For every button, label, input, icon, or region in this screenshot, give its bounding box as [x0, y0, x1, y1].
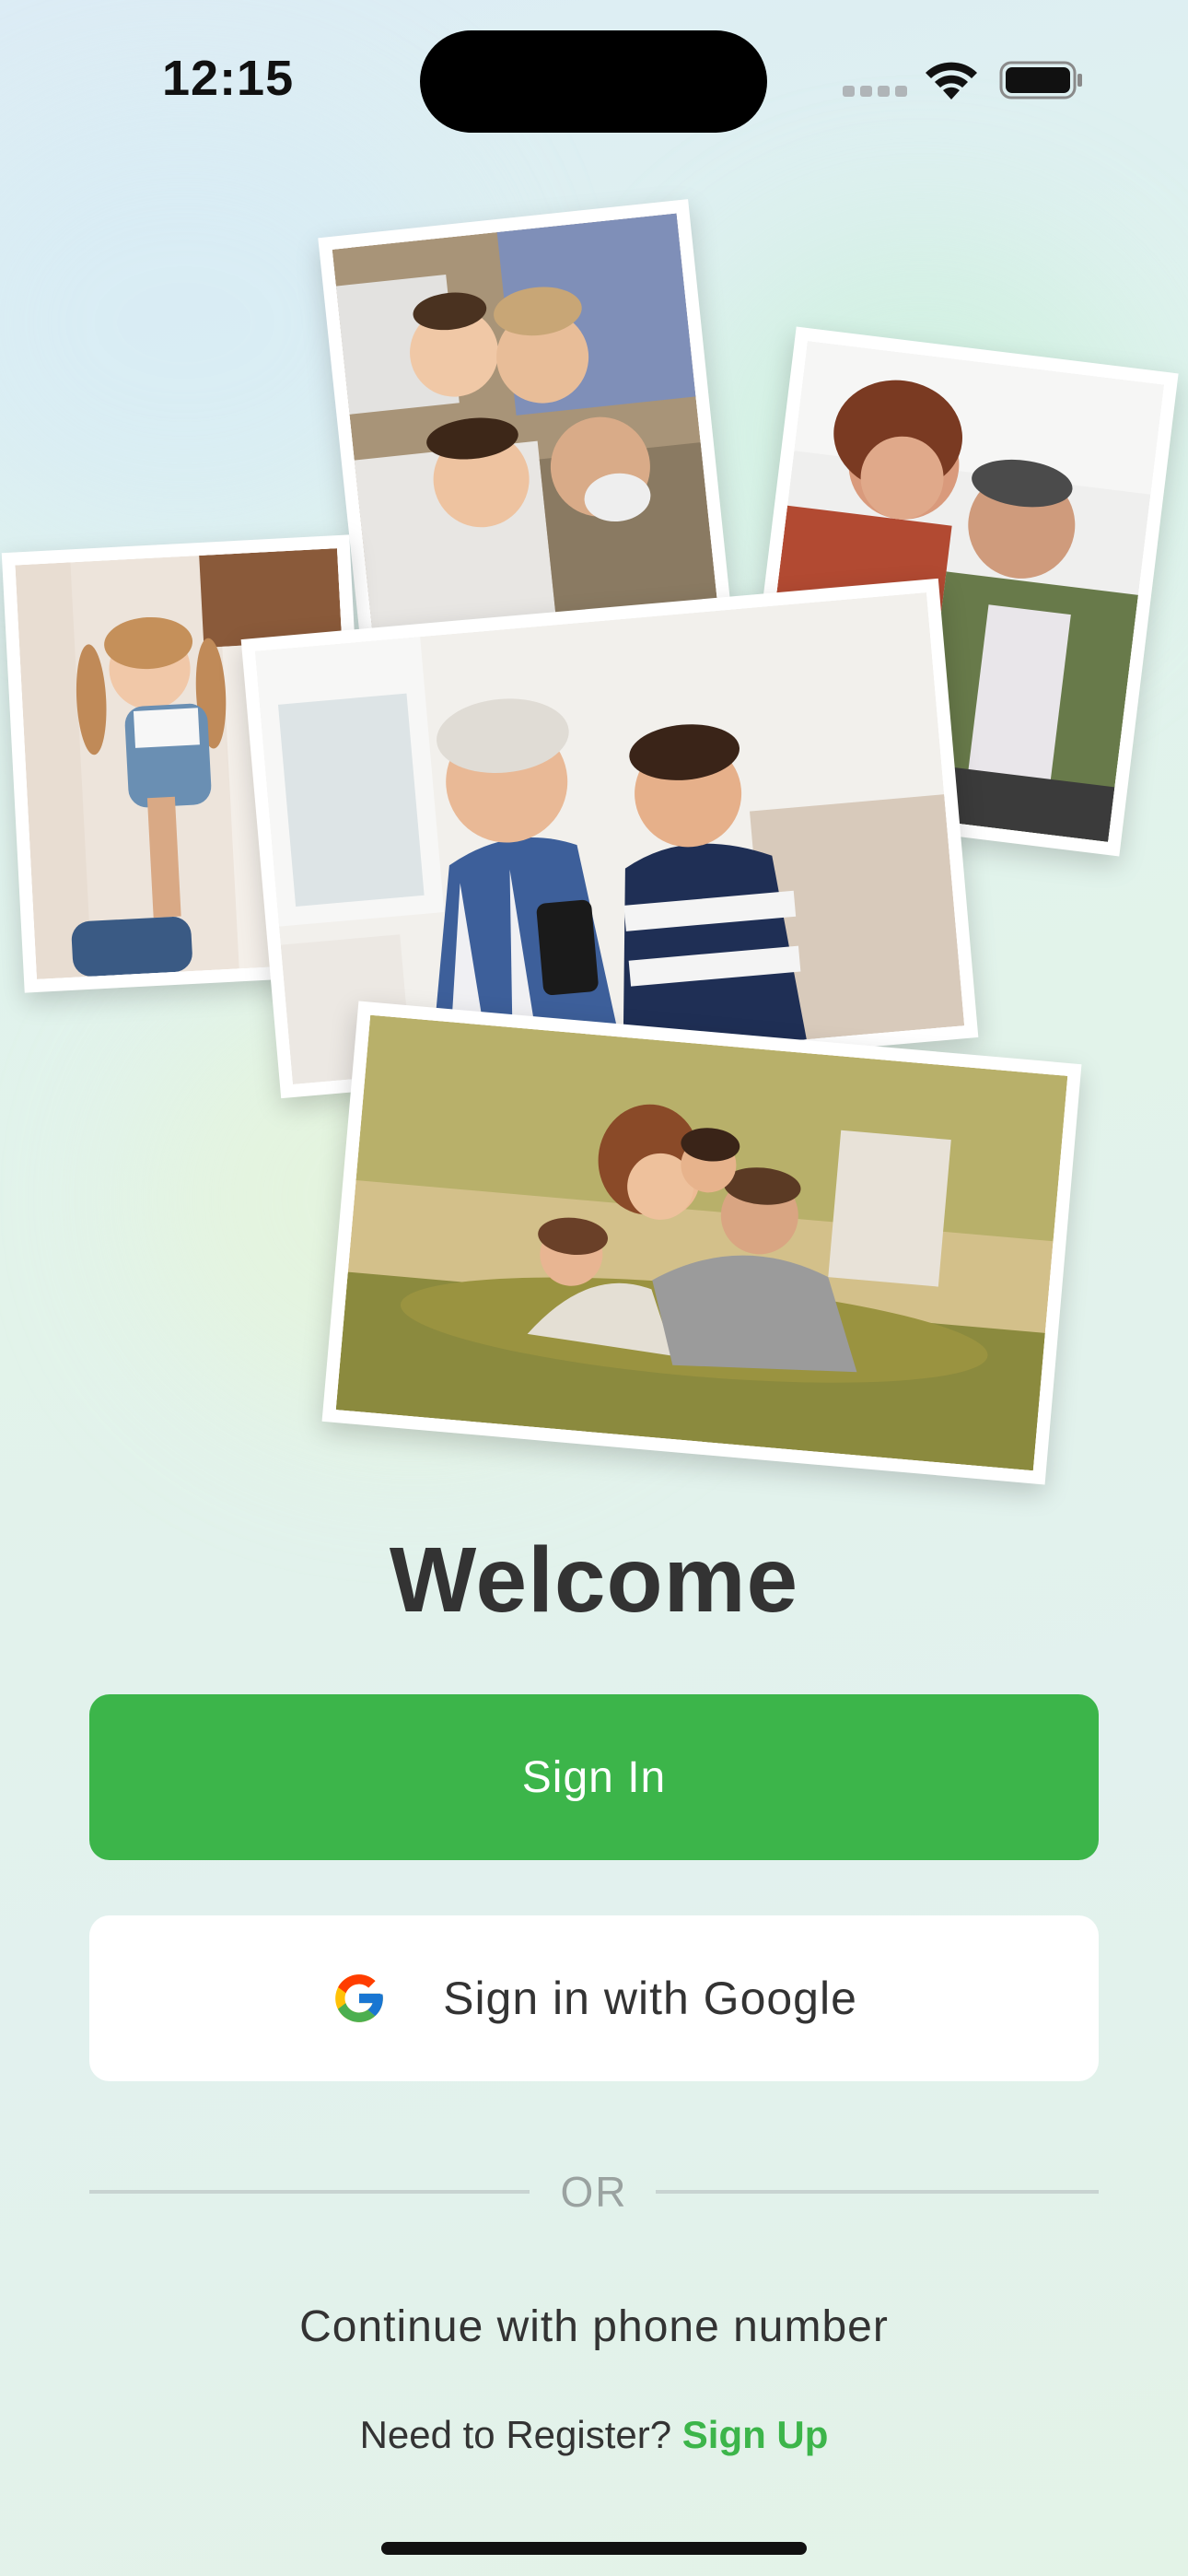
photo-family-grass — [321, 1001, 1082, 1485]
wifi-icon — [926, 62, 977, 100]
cellular-signal-icon — [843, 86, 907, 99]
register-prompt: Need to Register? — [359, 2413, 672, 2456]
photo-family-circle — [318, 199, 732, 656]
sign-in-button[interactable]: Sign In — [89, 1694, 1099, 1860]
photo-grandmother-grandson — [240, 578, 979, 1099]
sign-in-with-google-label: Sign in with Google — [443, 1973, 857, 2024]
status-bar: 12:15 — [0, 0, 1188, 157]
status-time: 12:15 — [162, 51, 295, 106]
register-row: Need to Register? Sign Up — [0, 2413, 1188, 2457]
sign-in-with-google-button[interactable]: Sign in with Google — [89, 1915, 1099, 2081]
sign-up-link[interactable]: Sign Up — [682, 2413, 829, 2456]
welcome-title: Welcome — [389, 1528, 799, 1632]
battery-icon — [999, 61, 1082, 100]
divider-line-right — [656, 2190, 1099, 2194]
google-g-icon — [335, 1974, 383, 2022]
or-divider: OR — [89, 2167, 1099, 2216]
sign-in-button-label: Sign In — [521, 1752, 667, 1802]
home-indicator[interactable] — [381, 2542, 807, 2555]
dynamic-island — [420, 30, 767, 133]
continue-with-phone-link[interactable]: Continue with phone number — [0, 2301, 1188, 2352]
